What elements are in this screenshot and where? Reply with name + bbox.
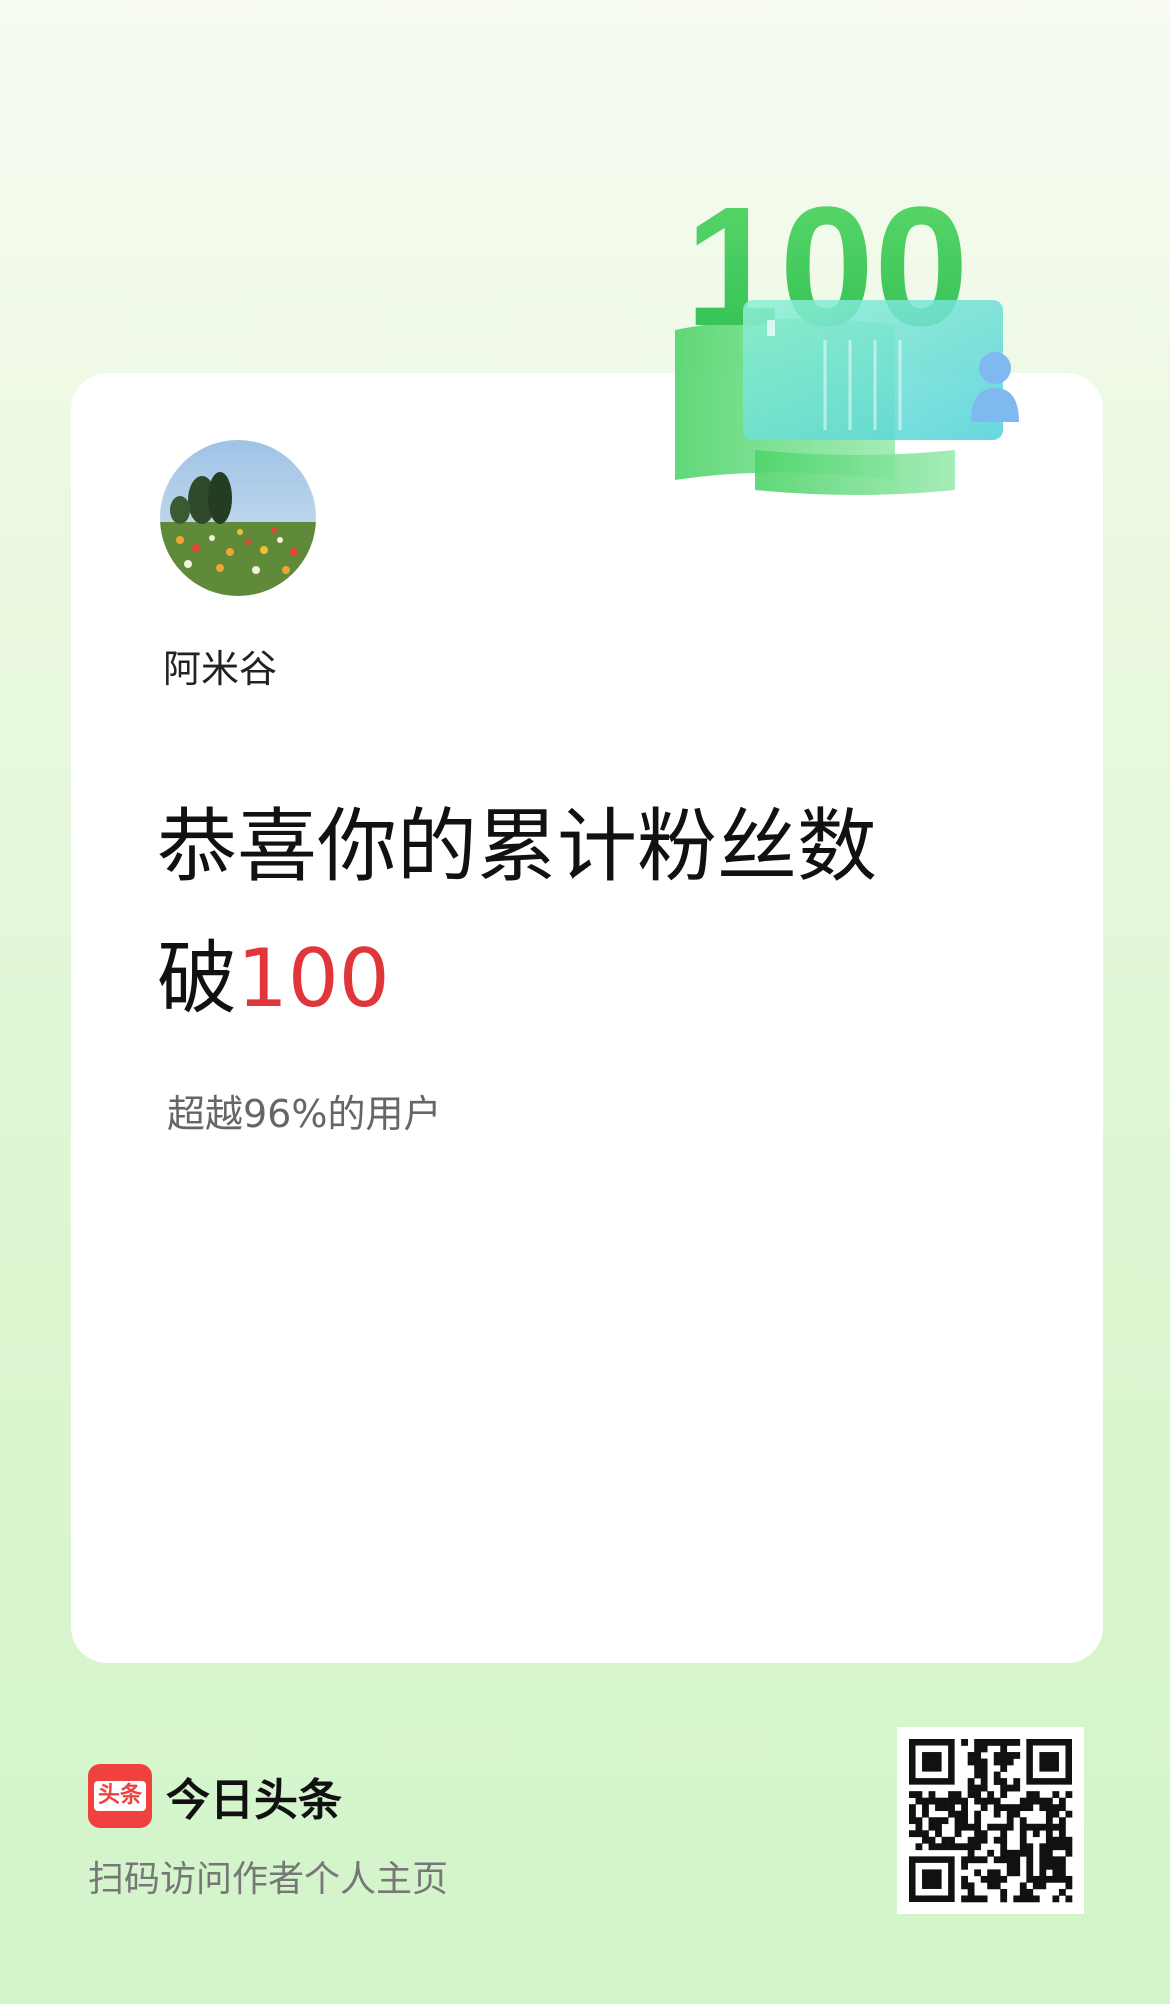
milestone-card: 阿米谷 恭喜你的累计粉丝数 破100 超越96%的用户 xyxy=(71,373,1103,1663)
follower-milestone-number: 100 xyxy=(237,932,390,1025)
rank-percentile: 超越96%的用户 xyxy=(167,1092,442,1136)
author-name: 阿米谷 xyxy=(163,647,278,691)
brand: 头条 今日头条 xyxy=(88,1764,342,1828)
qr-code-icon xyxy=(909,1739,1073,1903)
headline-line2: 破100 xyxy=(157,913,877,1045)
milestone-badge: 100 xyxy=(655,160,1035,500)
logo-text: 头条 xyxy=(93,1781,146,1811)
brand-name: 今日头条 xyxy=(166,1775,342,1826)
headline: 恭喜你的累计粉丝数 破100 xyxy=(157,781,877,1045)
avatar xyxy=(160,440,316,596)
headline-prefix: 破 xyxy=(157,932,237,1025)
qr-code[interactable] xyxy=(897,1727,1084,1914)
headline-line1: 恭喜你的累计粉丝数 xyxy=(157,800,877,893)
qr-caption: 扫码访问作者个人主页 xyxy=(88,1859,449,1900)
toutiao-logo-icon: 头条 xyxy=(88,1764,152,1828)
